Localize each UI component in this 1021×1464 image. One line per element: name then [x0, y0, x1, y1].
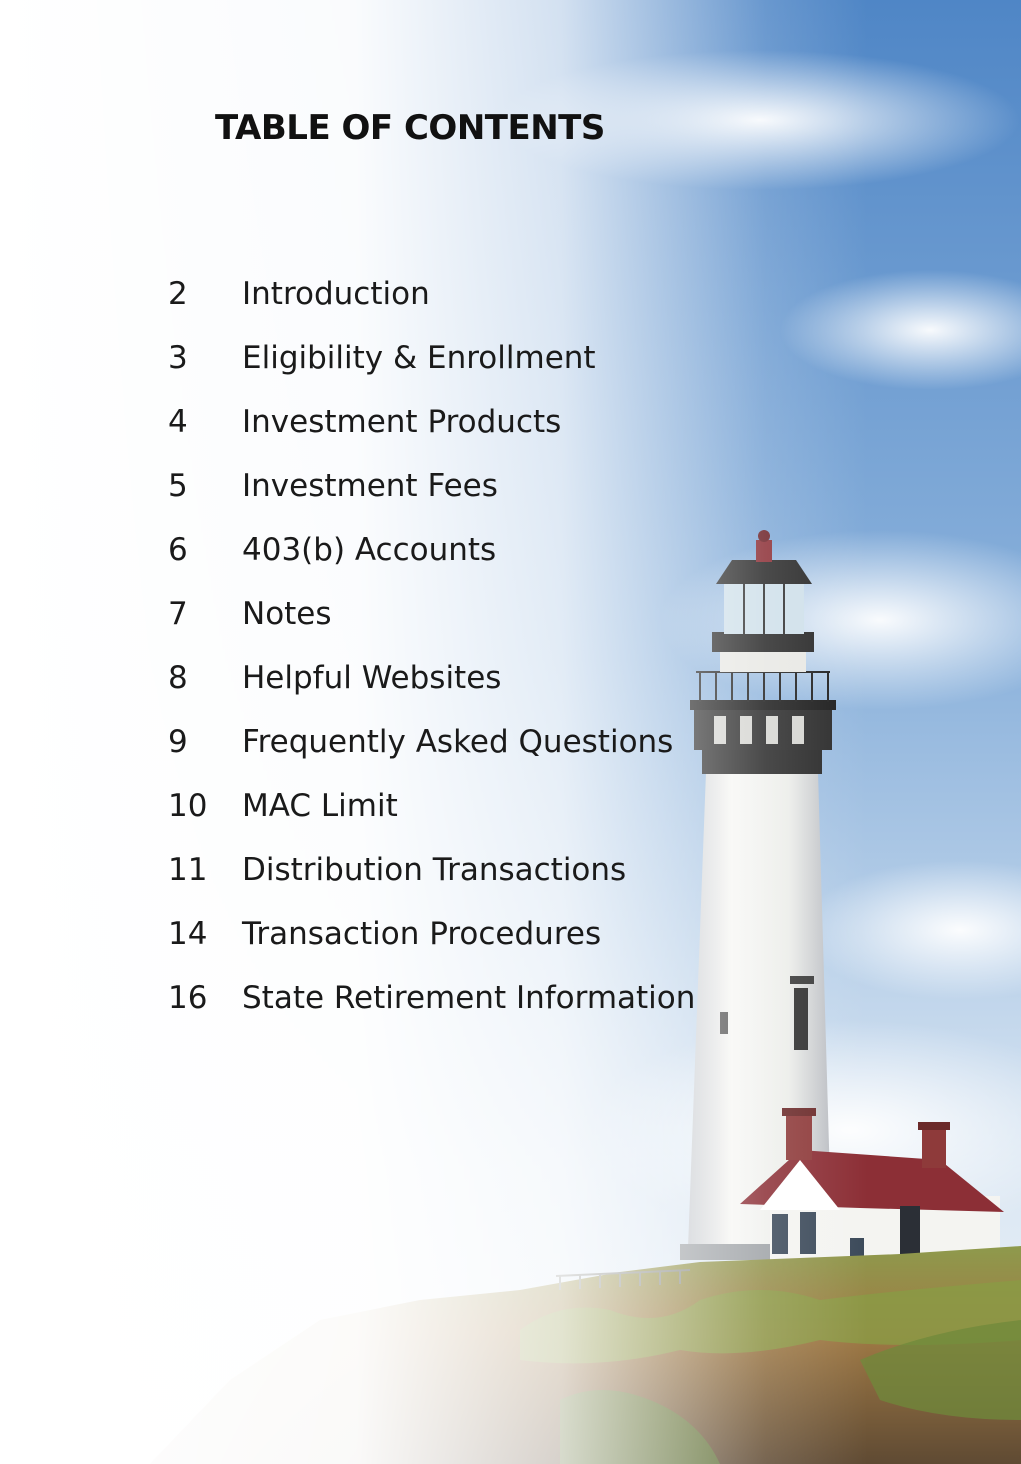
- toc-page-number: 2: [168, 276, 188, 312]
- toc-section-title: MAC Limit: [242, 788, 398, 824]
- toc-entry: 10 MAC Limit: [168, 788, 695, 852]
- toc-page-number: 4: [168, 404, 188, 440]
- table-of-contents-list: 2 Introduction 3 Eligibility & Enrollmen…: [168, 276, 695, 1044]
- toc-entry: 6 403(b) Accounts: [168, 532, 695, 596]
- toc-section-title: Investment Products: [242, 404, 562, 440]
- toc-page-number: 9: [168, 724, 188, 760]
- toc-page-number: 8: [168, 660, 188, 696]
- toc-section-title: Eligibility & Enrollment: [242, 340, 596, 376]
- toc-section-title: Transaction Procedures: [242, 916, 602, 952]
- page-title: TABLE OF CONTENTS: [215, 108, 605, 148]
- toc-section-title: Notes: [242, 596, 332, 632]
- toc-entry: 8 Helpful Websites: [168, 660, 695, 724]
- toc-entry: 2 Introduction: [168, 276, 695, 340]
- document-page: TABLE OF CONTENTS 2 Introduction 3 Eligi…: [0, 0, 1021, 1464]
- toc-entry: 16 State Retirement Information: [168, 980, 695, 1044]
- toc-entry: 3 Eligibility & Enrollment: [168, 340, 695, 404]
- toc-entry: 14 Transaction Procedures: [168, 916, 695, 980]
- toc-entry: 7 Notes: [168, 596, 695, 660]
- toc-entry: 5 Investment Fees: [168, 468, 695, 532]
- toc-entry: 9 Frequently Asked Questions: [168, 724, 695, 788]
- toc-section-title: Introduction: [242, 276, 430, 312]
- toc-page-number: 7: [168, 596, 188, 632]
- toc-section-title: State Retirement Information: [242, 980, 696, 1016]
- toc-page-number: 3: [168, 340, 188, 376]
- toc-entry: 4 Investment Products: [168, 404, 695, 468]
- toc-section-title: 403(b) Accounts: [242, 532, 497, 568]
- toc-section-title: Distribution Transactions: [242, 852, 627, 888]
- toc-entry: 11 Distribution Transactions: [168, 852, 695, 916]
- toc-page-number: 10: [168, 788, 208, 824]
- toc-page-number: 14: [168, 916, 208, 952]
- toc-page-number: 16: [168, 980, 208, 1016]
- toc-page-number: 6: [168, 532, 188, 568]
- toc-section-title: Investment Fees: [242, 468, 498, 504]
- toc-page-number: 11: [168, 852, 208, 888]
- toc-section-title: Frequently Asked Questions: [242, 724, 674, 760]
- toc-section-title: Helpful Websites: [242, 660, 502, 696]
- toc-page-number: 5: [168, 468, 188, 504]
